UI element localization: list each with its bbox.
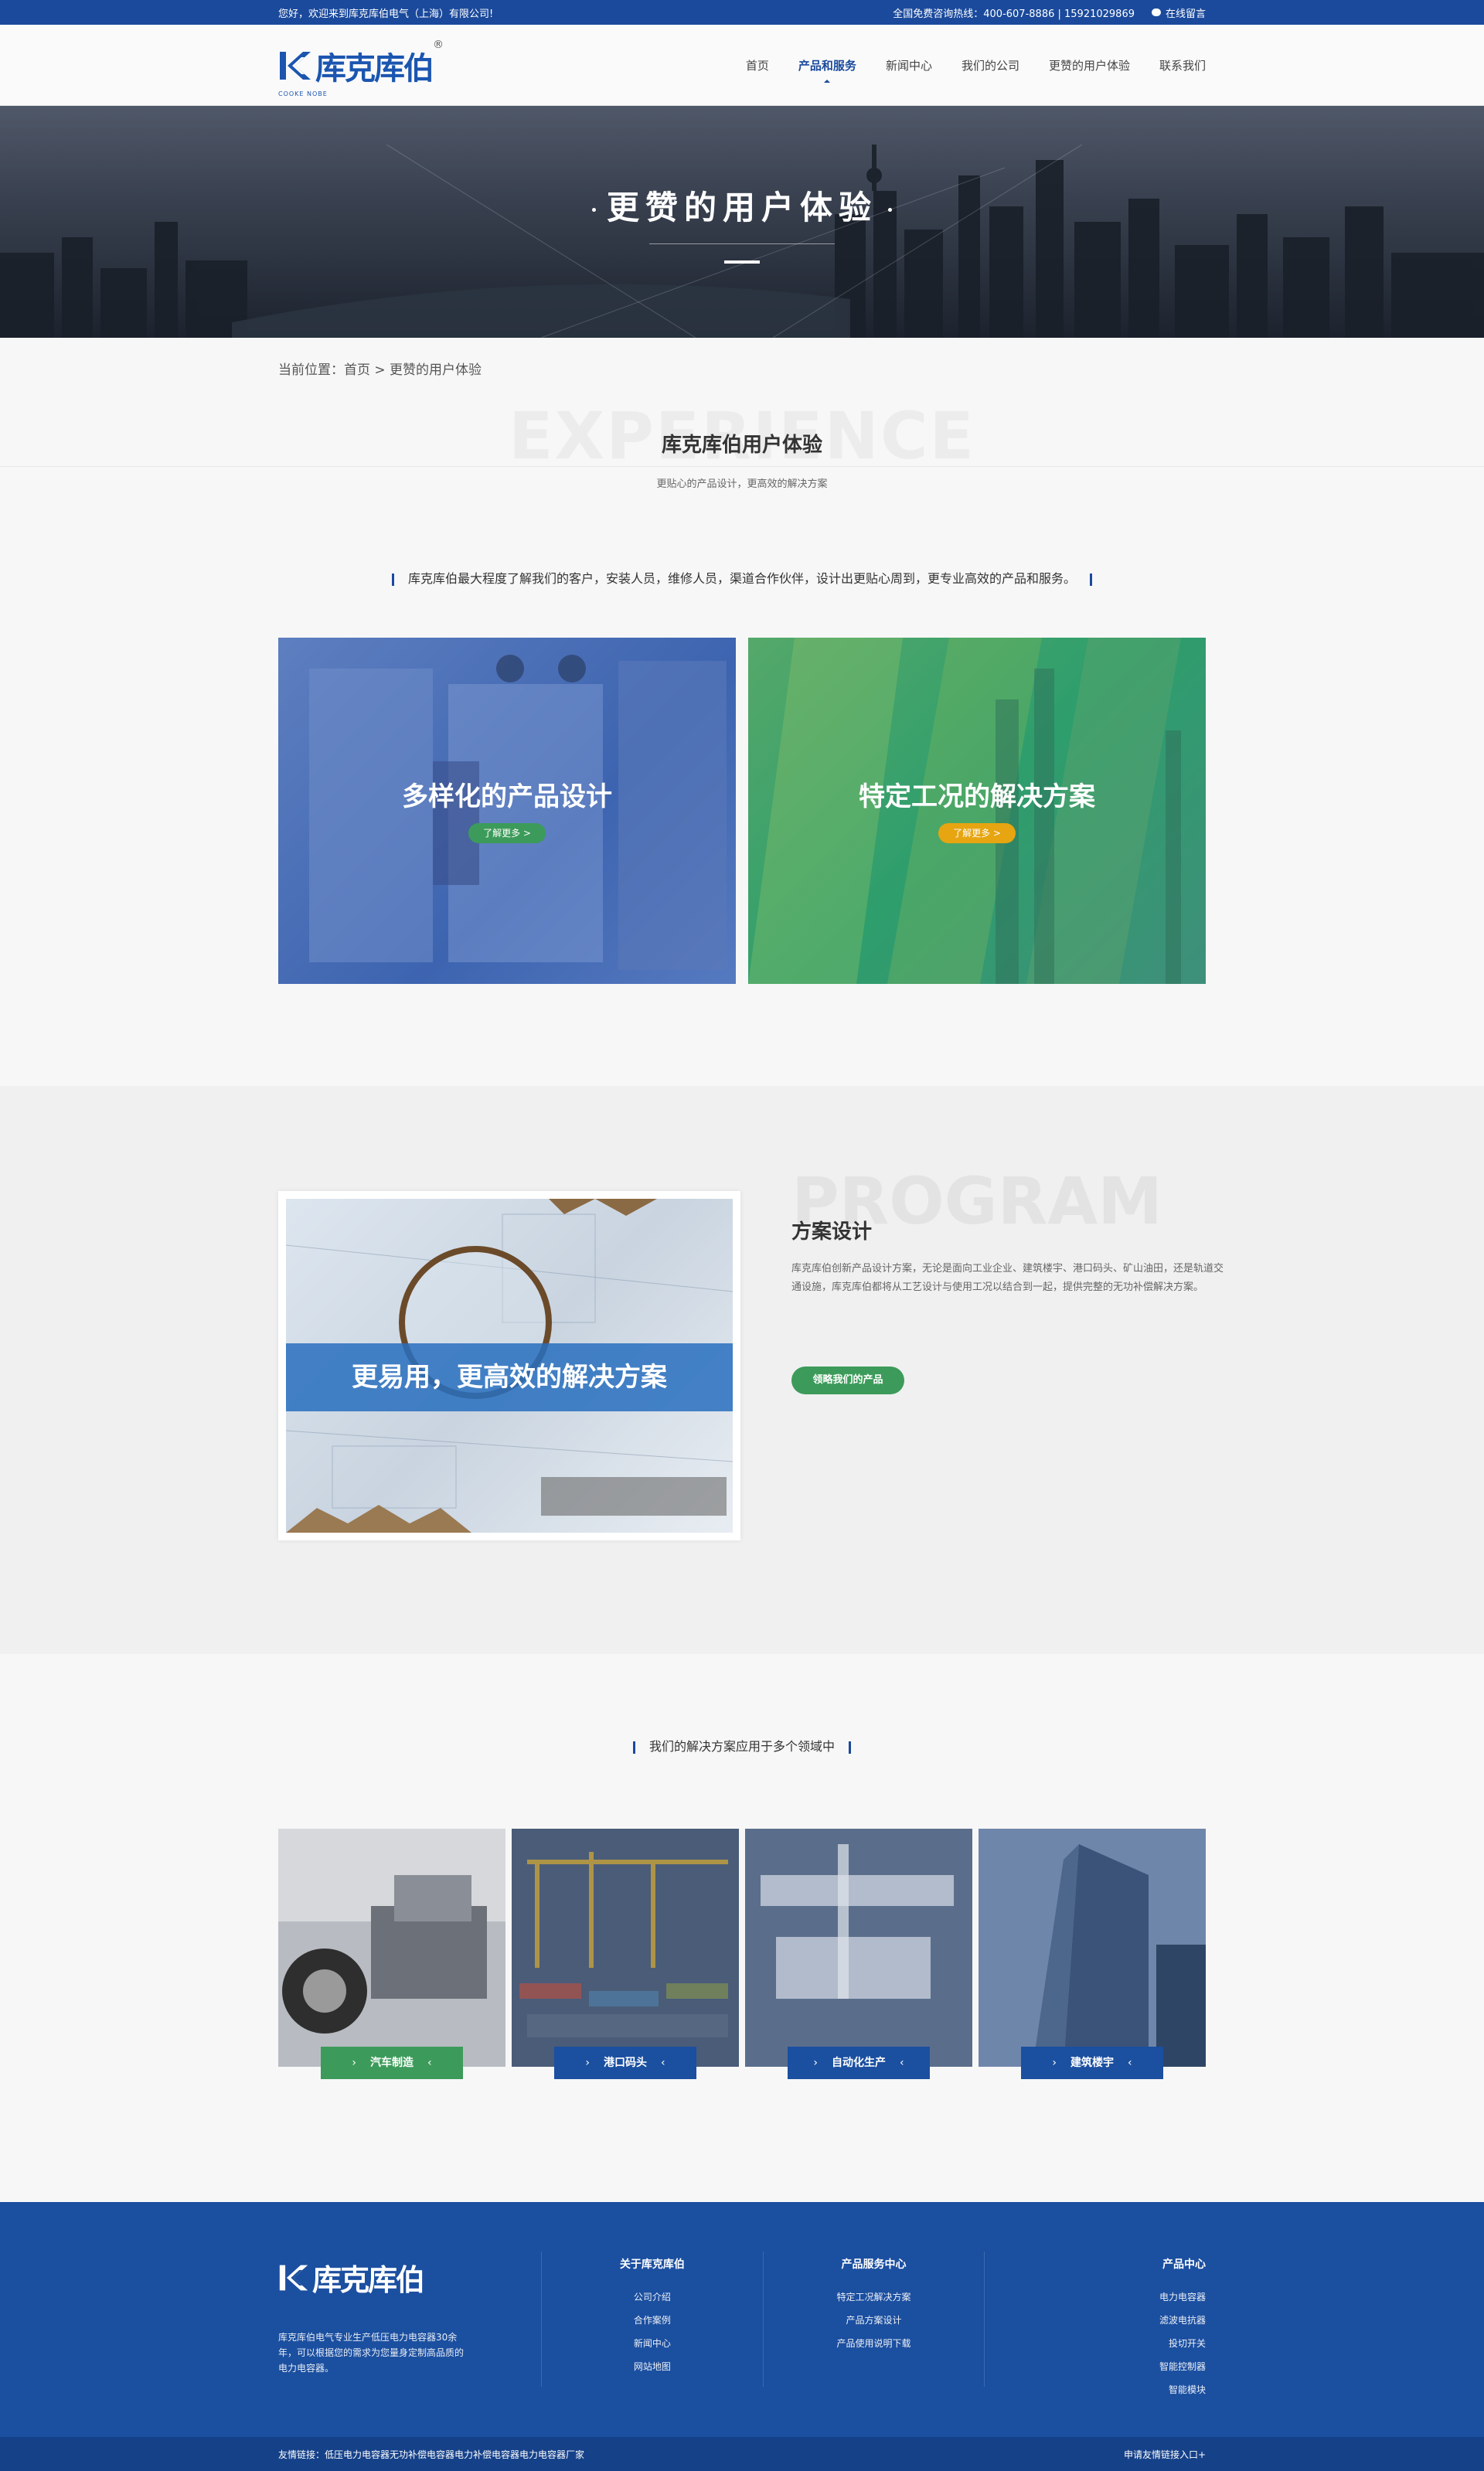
site-logo[interactable]: 库克库伯 COOKE NOBE ® xyxy=(278,39,444,97)
apply-link[interactable]: 申请友情链接入口+ xyxy=(1124,2448,1206,2461)
domains-lead: 我们的解决方案应用于多个领域中 xyxy=(278,1736,1206,1755)
hotline-text: 全国免费咨询热线：400-607-8886 | 15921029869 xyxy=(893,8,1135,20)
welcome-text: 您好，欢迎来到库克库伯电气（上海）有限公司! xyxy=(278,8,494,20)
breadcrumb-text[interactable]: 当前位置：首页 > 更赞的用户体验 xyxy=(278,359,482,378)
card-product-design[interactable]: 多样化的产品设计 了解更多 > xyxy=(278,638,736,984)
footer-intro: 库克库伯电气专业生产低压电力电容器30余年，可以根据您的需求为您量身定制高品质的… xyxy=(278,2332,465,2374)
footer-col-services: 产品服务中心 特定工况解决方案 产品方案设计 产品使用说明下载 xyxy=(764,2256,985,2437)
city-skyline-image xyxy=(0,145,1484,338)
footer-col-products: 产品中心 电力电容器 滤波电抗器 投切开关 智能控制器 智能模块 xyxy=(985,2256,1206,2437)
chat-bubble-icon xyxy=(1151,9,1161,16)
online-message-link[interactable]: 在线留言 xyxy=(1151,5,1206,20)
registered-mark: ® xyxy=(433,38,444,51)
footer-link[interactable]: 新闻中心 xyxy=(542,2332,763,2355)
footer-logo[interactable]: 库克库伯 xyxy=(278,2256,541,2299)
nav-news[interactable]: 新闻中心 xyxy=(886,57,932,73)
footer-link[interactable]: 公司介绍 xyxy=(542,2286,763,2309)
automation-image xyxy=(745,1829,972,2067)
program-section: 更易用，更高效的解决方案 PROGRAM 方案设计 库克库伯创新产品设计方案，无… xyxy=(0,1086,1484,1654)
program-text: PROGRAM 方案设计 库克库伯创新产品设计方案，无论是面向工业企业、建筑楼宇… xyxy=(791,1163,1224,1394)
footer-col-products-title: 产品中心 xyxy=(1162,2258,1207,2271)
card-solutions[interactable]: 特定工况的解决方案 了解更多 > xyxy=(748,638,1206,984)
logo-subtext: COOKE NOBE xyxy=(278,90,328,97)
footer-about: 库克库伯 库克库伯电气专业生产低压电力电容器30余年，可以根据您的需求为您量身定… xyxy=(278,2256,541,2437)
nav-home[interactable]: 首页 xyxy=(746,57,769,73)
nav-products[interactable]: 产品和服务 xyxy=(798,57,856,83)
experience-header: EXPERIENCE 库克库伯用户体验 更贴心的产品设计，更高效的解决方案 xyxy=(0,398,1484,514)
footer-col-about-title: 关于库克库伯 xyxy=(619,2258,685,2271)
explore-products-button[interactable]: 领略我们的产品 xyxy=(791,1367,904,1394)
site-header: 库克库伯 COOKE NOBE ® 首页 产品和服务 新闻中心 我们的公司 更赞… xyxy=(0,25,1484,106)
page-banner: 更赞的用户体验 xyxy=(0,106,1484,338)
main-nav: 首页 产品和服务 新闻中心 我们的公司 更赞的用户体验 联系我们 xyxy=(746,57,1206,83)
tile-automotive-label: 汽车制造 xyxy=(321,2047,463,2079)
online-message-label: 在线留言 xyxy=(1165,8,1206,20)
experience-cards: 多样化的产品设计 了解更多 > 特定工况的解决方案 了解更多 > xyxy=(278,638,1206,984)
banner-title: 更赞的用户体验 xyxy=(0,182,1484,229)
automotive-image xyxy=(278,1829,505,2067)
port-image xyxy=(512,1829,739,2067)
experience-title: 库克库伯用户体验 xyxy=(661,434,822,457)
domain-tiles: 汽车制造 港口码头 自动化生产 xyxy=(278,1829,1206,2079)
nav-contact[interactable]: 联系我们 xyxy=(1159,57,1206,73)
tile-port[interactable]: 港口码头 xyxy=(512,1829,739,2079)
program-image-frame: 更易用，更高效的解决方案 xyxy=(278,1191,740,1540)
footer-col-services-title: 产品服务中心 xyxy=(841,2258,907,2271)
footer-link[interactable]: 投切开关 xyxy=(985,2332,1206,2355)
footer-link[interactable]: 电力电容器 xyxy=(985,2286,1206,2309)
footer-link[interactable]: 网站地图 xyxy=(542,2355,763,2378)
footer-link[interactable]: 合作案例 xyxy=(542,2309,763,2332)
friend-links[interactable]: 友情链接：低压电力电容器无功补偿电容器电力补偿电容器电力电容器厂家 xyxy=(278,2448,584,2461)
building-image xyxy=(979,1829,1206,2067)
experience-lead: 库克库伯最大程度了解我们的客户，安装人员，维修人员，渠道合作伙伴，设计出更贴心周… xyxy=(278,568,1206,599)
footer-link[interactable]: 产品使用说明下载 xyxy=(764,2332,985,2355)
tile-building[interactable]: 建筑楼宇 xyxy=(979,1829,1206,2079)
card-solutions-title: 特定工况的解决方案 xyxy=(859,781,1095,812)
tile-port-label: 港口码头 xyxy=(554,2047,696,2079)
footer-logo-k-icon xyxy=(279,2265,308,2290)
tile-building-label: 建筑楼宇 xyxy=(1021,2047,1163,2079)
footer-link[interactable]: 智能控制器 xyxy=(985,2355,1206,2378)
footer-col-about: 关于库克库伯 公司介绍 合作案例 新闻中心 网站地图 xyxy=(542,2256,763,2437)
experience-subtitle: 更贴心的产品设计，更高效的解决方案 xyxy=(656,478,828,490)
breadcrumb: 当前位置：首页 > 更赞的用户体验 xyxy=(278,338,1206,398)
footer-link[interactable]: 特定工况解决方案 xyxy=(764,2286,985,2309)
tile-automotive[interactable]: 汽车制造 xyxy=(278,1829,505,2079)
blueprint-magnifier-image: 更易用，更高效的解决方案 xyxy=(286,1199,733,1533)
program-description: 库克库伯创新产品设计方案，无论是面向工业企业、建筑楼宇、港口码头、矿山油田，还是… xyxy=(791,1263,1224,1293)
top-bar: 您好，欢迎来到库克库伯电气（上海）有限公司! 全国免费咨询热线：400-607-… xyxy=(0,0,1484,25)
footer-link[interactable]: 滤波电抗器 xyxy=(985,2309,1206,2332)
nav-company[interactable]: 我们的公司 xyxy=(962,57,1019,73)
card-product-design-title: 多样化的产品设计 xyxy=(402,781,612,812)
site-footer: 库克库伯 库克库伯电气专业生产低压电力电容器30余年，可以根据您的需求为您量身定… xyxy=(0,2202,1484,2471)
footer-link[interactable]: 产品方案设计 xyxy=(764,2309,985,2332)
card-product-design-button[interactable]: 了解更多 > xyxy=(468,823,546,843)
tile-automation-label: 自动化生产 xyxy=(788,2047,930,2079)
nav-experience[interactable]: 更赞的用户体验 xyxy=(1049,57,1130,73)
footer-bottom-bar: 友情链接：低压电力电容器无功补偿电容器电力补偿电容器电力电容器厂家 申请友情链接… xyxy=(0,2437,1484,2471)
footer-link[interactable]: 智能模块 xyxy=(985,2378,1206,2401)
card-solutions-button[interactable]: 了解更多 > xyxy=(938,823,1016,843)
program-image-caption: 更易用，更高效的解决方案 xyxy=(286,1343,733,1411)
tile-automation[interactable]: 自动化生产 xyxy=(745,1829,972,2079)
logo-text: 库克库伯 xyxy=(315,50,434,87)
logo-k-icon xyxy=(280,51,311,80)
